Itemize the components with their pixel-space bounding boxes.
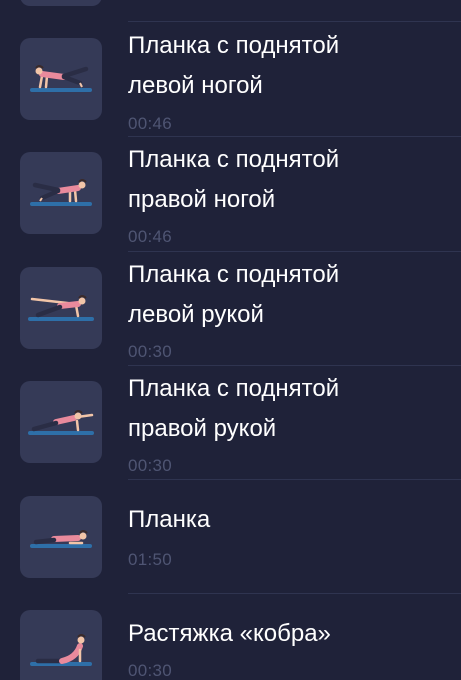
exercise-title: Планка	[128, 506, 211, 533]
exercise-thumbnail[interactable]	[20, 0, 102, 6]
plank-right-leg-raise-icon	[20, 152, 102, 234]
exercise-duration: 01:50	[128, 550, 173, 569]
exercise-duration: 00:30	[128, 342, 173, 361]
exercise-item-cobra-stretch[interactable]: Растяжка «кобра» 00:30	[0, 594, 461, 680]
plank-right-arm-raise-icon	[20, 381, 102, 463]
exercise-title: Растяжка «кобра»	[128, 620, 331, 647]
plank-left-arm-raise-icon	[20, 267, 102, 349]
exercise-item-plank-left-arm[interactable]: Планка с поднятой левой рукой 00:30	[0, 252, 461, 366]
exercise-duration: 00:30	[128, 456, 173, 475]
exercise-title: Планка с поднятой правой рукой	[128, 375, 340, 442]
cobra-stretch-icon	[20, 610, 102, 680]
exercise-title: Планка с поднятой правой ногой	[128, 146, 340, 213]
exercise-duration: 00:46	[128, 114, 173, 133]
exercise-item-plank-right-leg[interactable]: Планка с поднятой правой ногой 00:46	[0, 137, 461, 251]
exercise-title: Планка с поднятой левой ногой	[128, 32, 340, 99]
exercise-duration: 00:30	[128, 661, 173, 680]
exercise-item-plank-right-arm[interactable]: Планка с поднятой правой рукой 00:30	[0, 366, 461, 480]
plank-left-leg-raise-icon	[20, 38, 102, 120]
exercise-item-plank-left-leg[interactable]: Планка с поднятой левой ногой 00:46	[0, 22, 461, 136]
exercise-item-plank[interactable]: Планка 01:50	[0, 480, 461, 593]
exercise-title: Планка с поднятой левой рукой	[128, 261, 340, 328]
exercise-list: Планка с поднятой левой ногой 00:46 План…	[0, 0, 461, 680]
plank-icon	[20, 496, 102, 578]
exercise-duration: 00:46	[128, 227, 173, 246]
